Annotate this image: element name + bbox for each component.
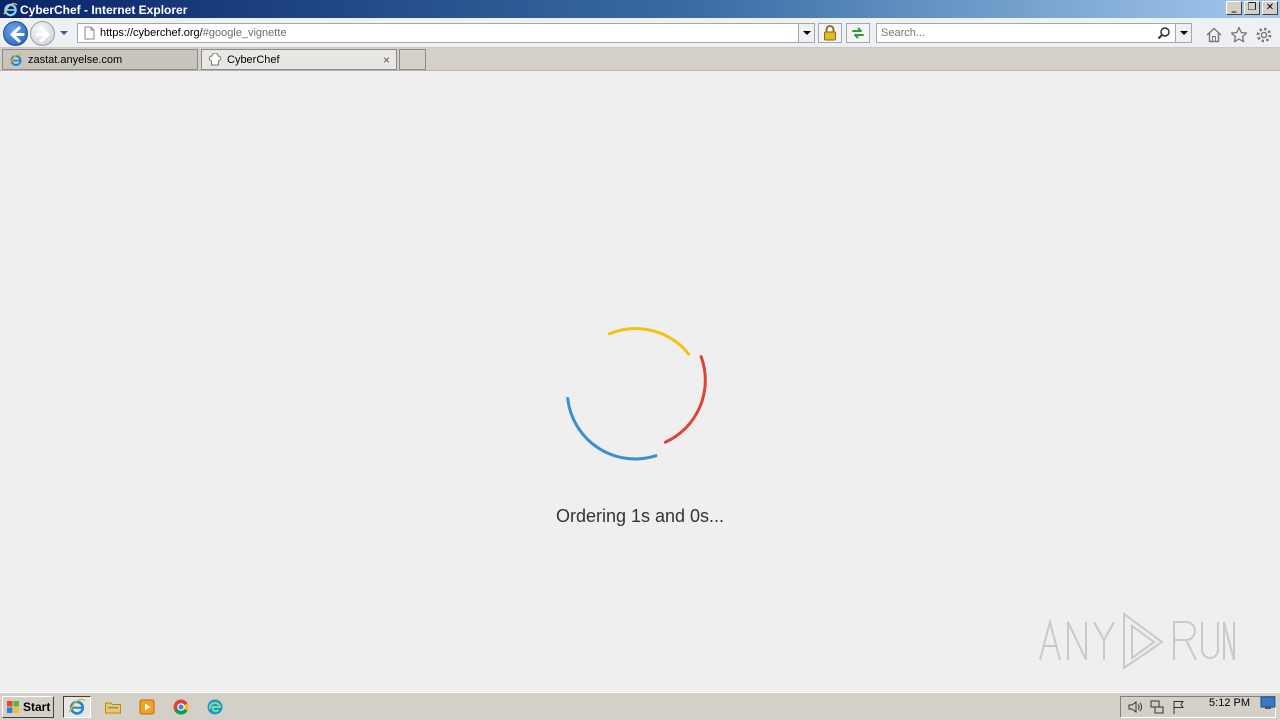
taskbar-clock[interactable]: 5:12 PM	[1209, 697, 1250, 709]
tab-cyberchef[interactable]: CyberChef ×	[201, 49, 397, 70]
system-tray	[1120, 696, 1276, 718]
address-bar[interactable]: https://cyberchef.org/#google_vignette	[77, 23, 815, 43]
loading-message: Ordering 1s and 0s...	[555, 506, 725, 526]
lock-icon	[824, 25, 836, 41]
minimize-button[interactable]: _	[1226, 1, 1242, 15]
window-controls: _ ❐ ✕	[1226, 1, 1278, 15]
internet-explorer-icon	[68, 698, 86, 715]
navigation-bar: https://cyberchef.org/#google_vignette	[0, 18, 1280, 48]
taskbar: Start 5:12 PM	[0, 692, 1280, 720]
close-button[interactable]: ✕	[1262, 1, 1278, 15]
close-tab-icon[interactable]: ×	[383, 53, 390, 67]
spinner-arc-yellow	[608, 327, 691, 356]
refresh-icon	[852, 27, 864, 39]
back-button[interactable]	[3, 21, 28, 46]
spinner-arc-red	[663, 355, 707, 444]
chevron-down-icon	[1180, 31, 1188, 35]
url-host: https://cyberchef.org/	[100, 27, 203, 39]
search-icon[interactable]	[1157, 26, 1171, 40]
anyrun-watermark	[1039, 612, 1235, 670]
favorites-star-icon[interactable]	[1230, 26, 1248, 44]
refresh-button[interactable]	[846, 23, 870, 43]
folder-icon	[105, 702, 121, 714]
windows-flag-icon	[7, 701, 19, 713]
volume-icon[interactable]	[1127, 699, 1143, 715]
action-center-flag-icon[interactable]	[1171, 699, 1187, 715]
loading-spinner-icon	[566, 327, 707, 461]
taskbar-media-player[interactable]	[133, 696, 161, 718]
chevron-down-icon	[60, 31, 68, 35]
address-dropdown[interactable]	[798, 24, 814, 42]
settings-gear-icon[interactable]	[1255, 26, 1273, 44]
forward-arrow-icon	[35, 26, 50, 43]
edge-icon	[207, 699, 223, 715]
media-player-icon	[139, 699, 155, 715]
tab-label: zastat.anyelse.com	[28, 53, 123, 66]
taskbar-chrome[interactable]	[167, 696, 195, 718]
ie-favicon-icon	[9, 52, 23, 66]
tab-zastat[interactable]: zastat.anyelse.com	[2, 49, 198, 70]
start-label: Start	[23, 700, 51, 714]
chrome-icon	[173, 699, 189, 715]
ie-logo-icon	[2, 1, 18, 17]
title-bar: CyberChef - Internet Explorer _ ❐ ✕	[0, 0, 1280, 18]
home-icon[interactable]	[1205, 26, 1223, 44]
security-lock-button[interactable]	[818, 23, 842, 43]
network-icon[interactable]	[1149, 699, 1165, 715]
page-icon	[84, 26, 95, 40]
search-box[interactable]	[876, 23, 1192, 43]
new-tab-button[interactable]	[399, 49, 426, 70]
spinner-arc-blue	[566, 397, 658, 461]
search-dropdown[interactable]	[1175, 24, 1191, 42]
back-arrow-icon	[10, 26, 25, 43]
page-content: Ordering 1s and 0s...	[0, 71, 1280, 691]
chef-hat-icon	[208, 52, 222, 65]
show-desktop-icon[interactable]	[1260, 696, 1276, 710]
window-title: CyberChef - Internet Explorer	[20, 2, 188, 17]
start-button[interactable]: Start	[2, 696, 54, 718]
forward-button[interactable]	[30, 21, 55, 46]
taskbar-edge[interactable]	[201, 696, 229, 718]
search-input[interactable]	[877, 24, 1147, 42]
restore-button[interactable]: ❐	[1244, 1, 1260, 15]
taskbar-file-explorer[interactable]	[99, 696, 127, 718]
chevron-down-icon	[803, 31, 811, 35]
tab-label: CyberChef	[227, 53, 280, 66]
taskbar-internet-explorer[interactable]	[63, 696, 91, 718]
url-hash: #google_vignette	[202, 27, 287, 39]
tab-bar: zastat.anyelse.com CyberChef ×	[0, 48, 1280, 71]
recent-pages-dropdown[interactable]	[58, 27, 70, 39]
